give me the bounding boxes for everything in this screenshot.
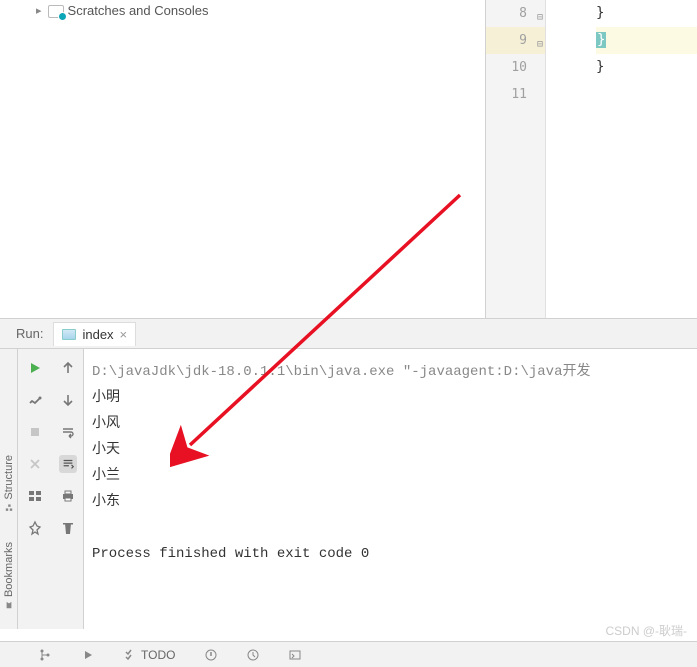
editor-panel: 8 9 10 11 ⊟ ⊟ } } } <box>485 0 697 318</box>
code-line: } <box>596 27 697 54</box>
status-todo[interactable]: TODO <box>124 648 175 662</box>
print-button[interactable] <box>59 487 77 505</box>
exit-message: Process finished with exit code 0 <box>92 541 697 567</box>
command-line: D:\javaJdk\jdk-18.0.1.1\bin\java.exe "-j… <box>92 359 697 385</box>
tab-label: index <box>82 327 113 342</box>
run-label: Run: <box>16 326 43 341</box>
clear-button[interactable] <box>59 519 77 537</box>
layout-button[interactable] <box>26 487 44 505</box>
warning-icon <box>205 649 217 661</box>
exit-button[interactable] <box>26 455 44 473</box>
status-bar: TODO <box>0 641 697 667</box>
close-icon[interactable]: × <box>120 327 128 342</box>
run-toolbar-right <box>52 349 84 629</box>
node-label: Scratches and Consoles <box>68 3 209 18</box>
line-number: 8 <box>486 0 527 27</box>
fold-icon[interactable]: ⊟ <box>531 4 543 16</box>
run-toolbar-left <box>18 349 52 629</box>
output-line: 小天 <box>92 437 697 463</box>
watermark: CSDN @-耿瑞- <box>605 622 687 639</box>
line-number: 11 <box>486 81 527 108</box>
structure-icon <box>5 504 13 512</box>
caret: } <box>596 32 606 48</box>
editor-code[interactable]: } } } <box>546 0 697 318</box>
down-button[interactable] <box>59 391 77 409</box>
run-header: Run: index × <box>0 319 697 349</box>
code-line: } <box>596 54 697 81</box>
up-button[interactable] <box>59 359 77 377</box>
status-vcs[interactable] <box>38 648 52 662</box>
run-tab[interactable]: index × <box>53 322 136 346</box>
status-run[interactable] <box>82 649 94 661</box>
soft-wrap-button[interactable] <box>59 423 77 441</box>
scratches-node[interactable]: ▸ Scratches and Consoles <box>36 3 485 18</box>
structure-tab[interactable]: Structure <box>3 455 15 512</box>
editor-gutter: 8 9 10 11 ⊟ ⊟ <box>486 0 546 318</box>
clock-icon <box>247 649 259 661</box>
branch-icon <box>38 648 52 662</box>
output-line: 小明 <box>92 385 697 411</box>
left-sidebar: Structure Bookmarks <box>0 349 18 629</box>
output-line: 小风 <box>92 411 697 437</box>
status-problems[interactable] <box>205 649 217 661</box>
chevron-right-icon: ▸ <box>36 4 42 17</box>
bookmark-icon <box>5 601 13 609</box>
output-line: 小兰 <box>92 463 697 489</box>
output-line: 小东 <box>92 489 697 515</box>
stop-button[interactable] <box>26 423 44 441</box>
folder-icon <box>48 4 64 18</box>
line-number: 10 <box>486 54 527 81</box>
terminal-icon <box>289 649 301 661</box>
file-icon <box>62 329 76 340</box>
status-profiler[interactable] <box>247 649 259 661</box>
pin-button[interactable] <box>26 519 44 537</box>
status-terminal[interactable] <box>289 649 301 661</box>
project-panel: ▸ Scratches and Consoles <box>0 0 485 318</box>
play-icon <box>82 649 94 661</box>
rerun-button[interactable] <box>26 359 44 377</box>
code-line: } <box>596 0 697 27</box>
settings-button[interactable] <box>26 391 44 409</box>
fold-icon[interactable]: ⊟ <box>531 31 543 43</box>
console-output[interactable]: D:\javaJdk\jdk-18.0.1.1\bin\java.exe "-j… <box>84 349 697 629</box>
todo-icon <box>124 649 136 661</box>
bookmarks-tab[interactable]: Bookmarks <box>3 542 15 609</box>
scroll-end-button[interactable] <box>59 455 77 473</box>
